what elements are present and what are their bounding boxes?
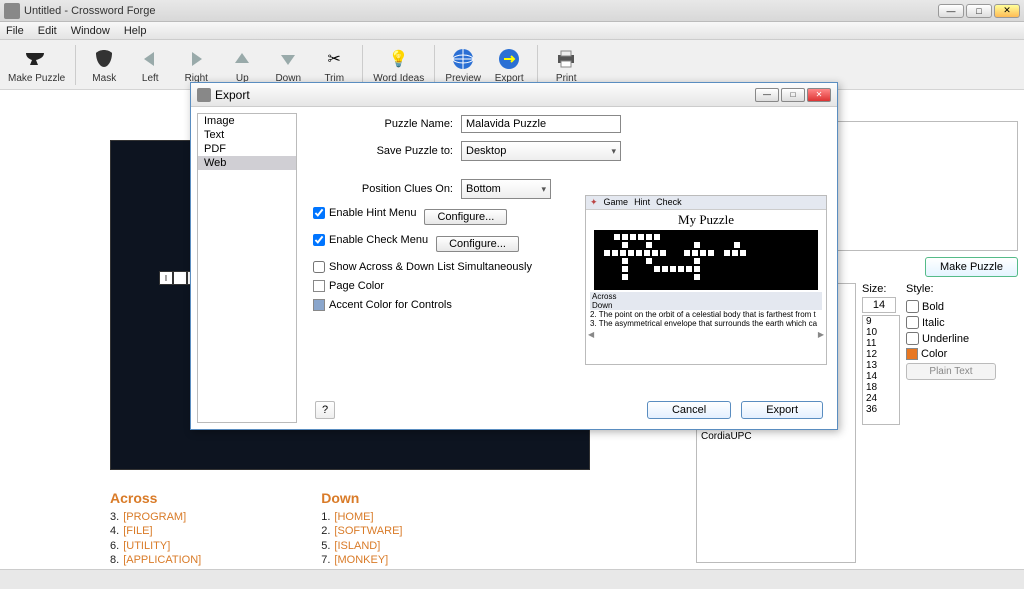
size-list[interactable]: 91011 121314 182436 [862,315,900,425]
trim-button[interactable]: ✂Trim [316,46,352,84]
export-button[interactable]: Export [491,46,527,84]
scissors-icon: ✂ [321,46,347,72]
right-button[interactable]: Right [178,46,214,84]
clue-item[interactable]: 8.[APPLICATION] [110,553,201,567]
clue-item[interactable]: 1.[HOME] [321,510,402,524]
style-label: Style: [906,283,996,295]
enable-hint-checkbox[interactable]: Enable Hint Menu [313,207,416,219]
web-preview: ✦GameHintCheck My Puzzle Across Down 2. … [585,195,827,365]
printer-icon [553,46,579,72]
enable-check-checkbox[interactable]: Enable Check Menu [313,234,428,246]
word-ideas-button[interactable]: 💡Word Ideas [373,46,424,84]
menu-help[interactable]: Help [124,25,147,37]
export-dialog-icon [197,88,211,102]
preview-button[interactable]: Preview [445,46,481,84]
down-button[interactable]: Down [270,46,306,84]
bold-checkbox[interactable]: Bold [906,300,996,313]
arrow-right-icon [183,46,209,72]
globe-arrow-icon [496,46,522,72]
configure-hint-button[interactable]: Configure... [424,209,507,225]
export-dialog-title: Export [215,88,755,102]
cancel-button[interactable]: Cancel [647,401,731,419]
size-input[interactable] [862,297,896,313]
mask-button[interactable]: Mask [86,46,122,84]
minimize-button[interactable]: — [938,4,964,18]
bulb-icon: 💡 [386,46,412,72]
app-icon [4,3,20,19]
export-dialog: Export — □ ✕ Image Text PDF Web Puzzle N… [190,82,838,430]
mask-icon [91,46,117,72]
maximize-button[interactable]: □ [966,4,992,18]
status-bar [0,569,1024,589]
left-button[interactable]: Left [132,46,168,84]
puzzle-name-label: Puzzle Name: [313,118,453,130]
puzzle-name-input[interactable] [461,115,621,133]
arrow-up-icon [229,46,255,72]
position-select[interactable]: Bottom [461,179,551,199]
export-format-list[interactable]: Image Text PDF Web [197,113,297,423]
print-button[interactable]: Print [548,46,584,84]
position-label: Position Clues On: [313,183,453,195]
color-checkbox[interactable]: Color [906,348,996,360]
menu-edit[interactable]: Edit [38,25,57,37]
make-puzzle-side-button[interactable]: Make Puzzle [925,257,1018,277]
clue-item[interactable]: 4.[FILE] [110,524,201,538]
dialog-close-button[interactable]: ✕ [807,88,831,102]
clue-item[interactable]: 3.[PROGRAM] [110,510,201,524]
clue-item[interactable]: 5.[ISLAND] [321,539,402,553]
menu-window[interactable]: Window [71,25,110,37]
up-button[interactable]: Up [224,46,260,84]
save-to-label: Save Puzzle to: [313,145,453,157]
save-to-select[interactable]: Desktop [461,141,621,161]
dialog-minimize-button[interactable]: — [755,88,779,102]
clue-area: Across 3.[PROGRAM] 4.[FILE] 6.[UTILITY] … [110,490,402,569]
menu-bar: File Edit Window Help [0,22,1024,40]
globe-icon [450,46,476,72]
close-button[interactable]: ✕ [994,4,1020,18]
clue-item[interactable]: 6.[UTILITY] [110,539,201,553]
arrow-down-icon [275,46,301,72]
size-label: Size: [862,283,900,295]
down-header: Down [321,490,402,506]
anvil-icon [24,46,50,72]
make-puzzle-button[interactable]: Make Puzzle [8,46,65,84]
italic-checkbox[interactable]: Italic [906,316,996,329]
underline-checkbox[interactable]: Underline [906,332,996,345]
clue-item[interactable]: 2.[SOFTWARE] [321,524,402,538]
titlebar: Untitled - Crossword Forge — □ ✕ [0,0,1024,22]
clue-item[interactable]: 7.[MONKEY] [321,553,402,567]
plain-text-button[interactable]: Plain Text [906,363,996,380]
arrow-left-icon [137,46,163,72]
export-confirm-button[interactable]: Export [741,401,823,419]
across-header: Across [110,490,201,506]
help-button[interactable]: ? [315,401,335,419]
window-title: Untitled - Crossword Forge [24,5,938,17]
configure-check-button[interactable]: Configure... [436,236,519,252]
menu-file[interactable]: File [6,25,24,37]
dialog-maximize-button[interactable]: □ [781,88,805,102]
